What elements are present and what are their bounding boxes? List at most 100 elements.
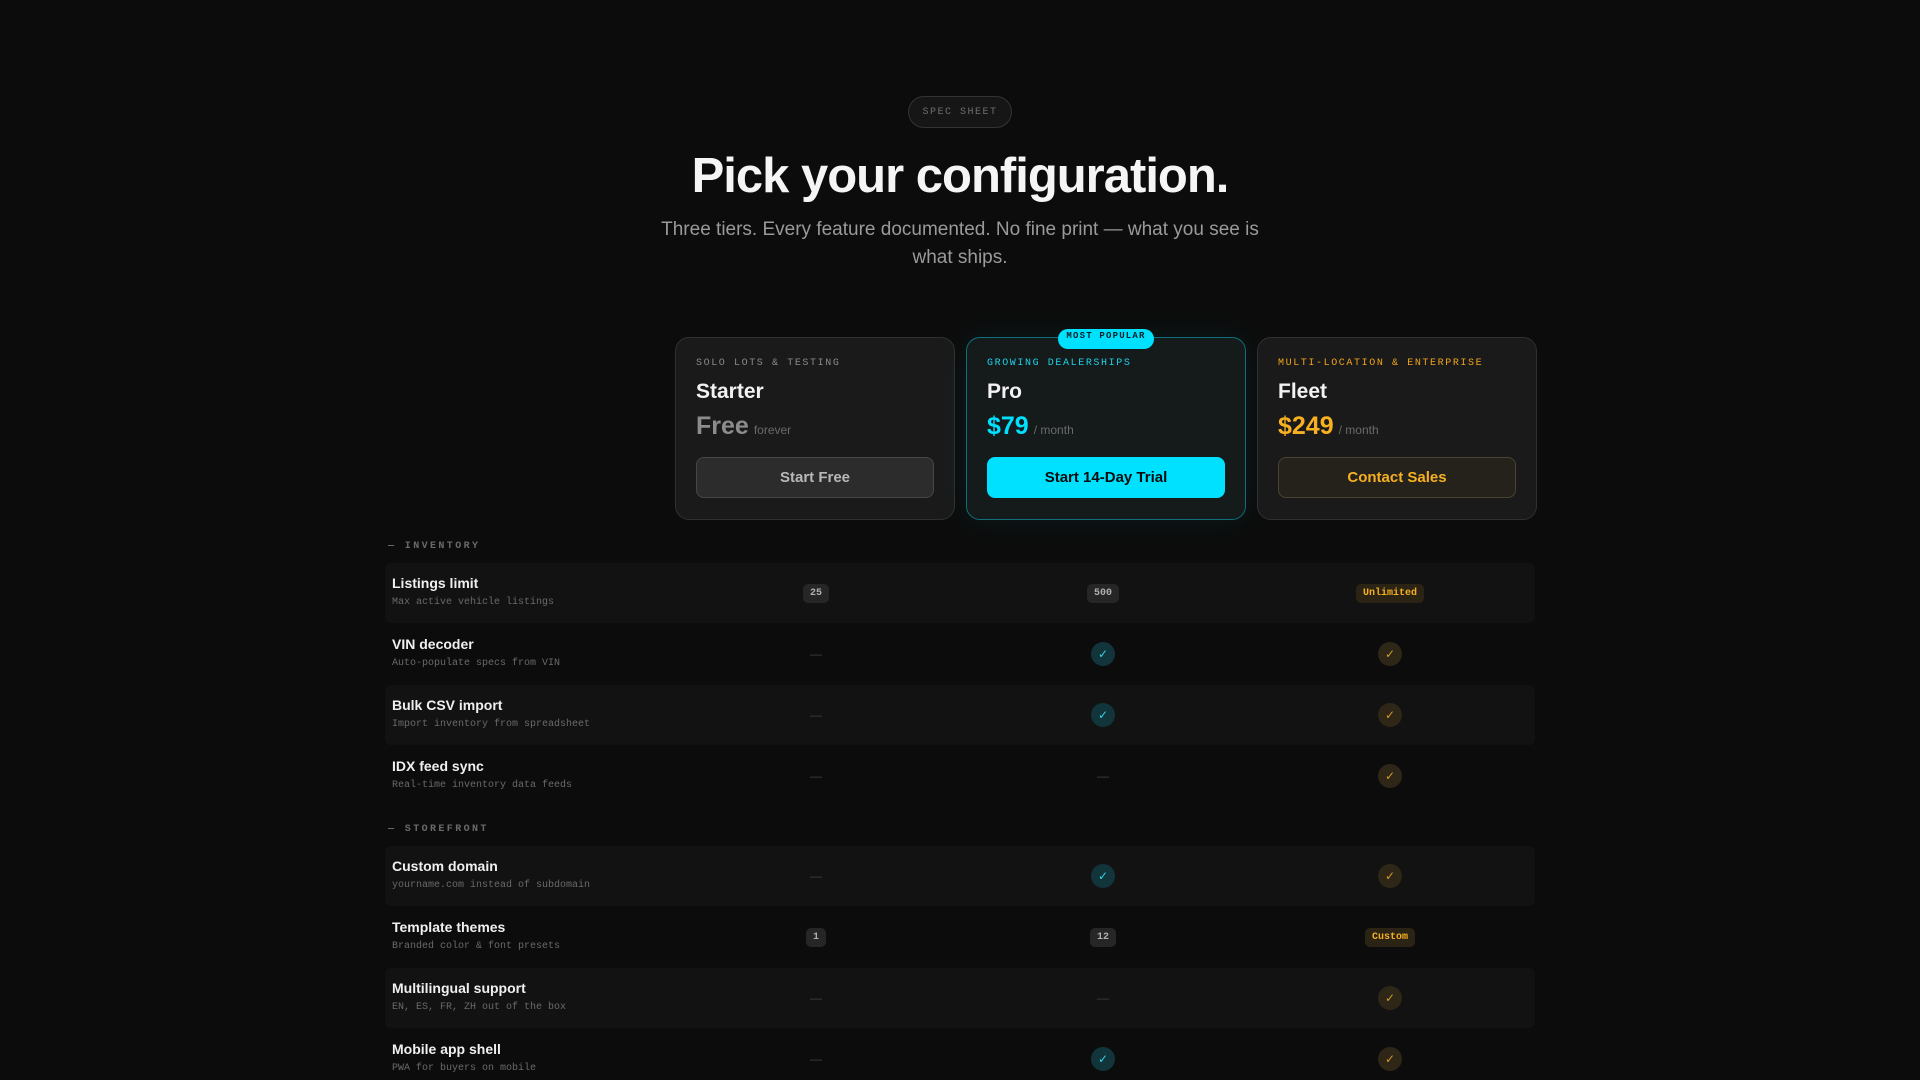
feature-row: Mobile app shell PWA for buyers on mobile…: [385, 1029, 1535, 1080]
check-icon: ✓: [1091, 1047, 1115, 1071]
feature-info: Custom domain yourname.com instead of sub…: [392, 858, 590, 891]
cell-starter: —: [716, 968, 916, 1028]
feature-name: VIN decoder: [392, 636, 474, 652]
check-icon: ✓: [1378, 764, 1402, 788]
cell-fleet: ✓: [1290, 846, 1490, 906]
feature-name: Template themes: [392, 919, 506, 935]
feature-info: Template themes Branded color & font pres…: [392, 919, 560, 952]
plan-tag: GROWING DEALERSHIPS: [987, 358, 1132, 369]
cell-pro: 500: [1003, 563, 1203, 623]
cell-pro: —: [1003, 968, 1203, 1028]
price-period: forever: [753, 423, 792, 437]
cell-fleet: ✓: [1290, 1029, 1490, 1080]
feature-row: IDX feed sync Real-time inventory data fe…: [385, 746, 1535, 806]
cell-fleet: ✓: [1290, 685, 1490, 745]
section-label-inventory: — INVENTORY: [388, 541, 481, 552]
cell-fleet: ✓: [1290, 968, 1490, 1028]
cell-pro: ✓: [1003, 624, 1203, 684]
cell-fleet: Custom: [1290, 907, 1490, 967]
start-free-button[interactable]: Start Free: [696, 457, 934, 498]
cell-starter: —: [716, 746, 916, 806]
feature-info: Multilingual support EN, ES, FR, ZH out o…: [392, 980, 566, 1013]
feature-name: Mobile app shell: [392, 1041, 501, 1057]
cell-fleet: Unlimited: [1290, 563, 1490, 623]
check-icon: ✓: [1091, 642, 1115, 666]
not-included-dash: —: [810, 991, 822, 1005]
feature-info: IDX feed sync Real-time inventory data fe…: [392, 758, 572, 791]
contact-sales-button[interactable]: Contact Sales: [1278, 457, 1516, 498]
cell-pro: ✓: [1003, 1029, 1203, 1080]
feature-name: IDX feed sync: [392, 758, 484, 774]
value-pill: Unlimited: [1355, 583, 1424, 603]
feature-info: Mobile app shell PWA for buyers on mobile: [392, 1041, 536, 1074]
feature-description: Max active vehicle listings: [392, 597, 555, 608]
plan-tag: MULTI-LOCATION & ENTERPRISE: [1278, 358, 1484, 369]
feature-description: Real-time inventory data feeds: [392, 780, 573, 791]
price-period: / month: [1033, 423, 1074, 437]
not-included-dash: —: [810, 769, 822, 783]
feature-row: Multilingual support EN, ES, FR, ZH out o…: [385, 968, 1535, 1028]
not-included-dash: —: [810, 1052, 822, 1066]
cell-starter: 1: [716, 907, 916, 967]
feature-description: Branded color & font presets: [392, 941, 561, 952]
not-included-dash: —: [1097, 991, 1109, 1005]
cell-starter: —: [716, 624, 916, 684]
check-icon: ✓: [1091, 864, 1115, 888]
plan-price: Free forever: [696, 412, 934, 441]
cell-starter: —: [716, 846, 916, 906]
feature-info: Bulk CSV import Import inventory from spr…: [392, 697, 590, 730]
cell-starter: —: [716, 685, 916, 745]
value-pill: 1: [805, 927, 826, 947]
feature-name: Custom domain: [392, 858, 498, 874]
cell-starter: 25: [716, 563, 916, 623]
feature-row: Listings limit Max active vehicle listing…: [385, 563, 1535, 623]
feature-description: yourname.com instead of subdomain: [392, 880, 591, 891]
cell-pro: ✓: [1003, 685, 1203, 745]
feature-description: Auto-populate specs from VIN: [392, 658, 561, 669]
feature-row: Custom domain yourname.com instead of sub…: [385, 846, 1535, 906]
price-period: / month: [1338, 423, 1379, 437]
feature-name: Bulk CSV import: [392, 697, 503, 713]
price-amount: $249: [1278, 412, 1334, 440]
cell-pro: —: [1003, 746, 1203, 806]
price-amount: Free: [696, 412, 749, 440]
cell-starter: —: [716, 1029, 916, 1080]
feature-name: Listings limit: [392, 575, 479, 591]
feature-name: Multilingual support: [392, 980, 526, 996]
cell-fleet: ✓: [1290, 624, 1490, 684]
start-trial-button[interactable]: Start 14-Day Trial: [987, 457, 1225, 498]
check-icon: ✓: [1378, 864, 1402, 888]
price-amount: $79: [987, 412, 1029, 440]
feature-row: VIN decoder Auto-populate specs from VIN —…: [385, 624, 1535, 684]
page-title: Pick your configuration.: [691, 149, 1230, 203]
plan-name: Fleet: [1278, 380, 1328, 403]
plan-name: Starter: [696, 380, 764, 403]
not-included-dash: —: [810, 647, 822, 661]
plan-price: $79 / month: [987, 412, 1225, 441]
section-label-storefront: — STOREFRONT: [388, 824, 489, 835]
cell-fleet: ✓: [1290, 746, 1490, 806]
spec-sheet-badge: SPEC SHEET: [908, 96, 1012, 128]
check-icon: ✓: [1378, 986, 1402, 1010]
plan-tag: SOLO LOTS & TESTING: [696, 358, 841, 369]
plan-card-starter: SOLO LOTS & TESTING Starter Free forever…: [675, 337, 955, 520]
not-included-dash: —: [810, 869, 822, 883]
feature-description: EN, ES, FR, ZH out of the box: [392, 1002, 567, 1013]
value-pill: Custom: [1364, 927, 1415, 947]
feature-row: Bulk CSV import Import inventory from spr…: [385, 685, 1535, 745]
value-pill: 12: [1089, 927, 1116, 947]
check-icon: ✓: [1378, 703, 1402, 727]
feature-description: Import inventory from spreadsheet: [392, 719, 591, 730]
plan-card-fleet: MULTI-LOCATION & ENTERPRISE Fleet $249 /…: [1257, 337, 1537, 520]
cell-pro: 12: [1003, 907, 1203, 967]
plan-name: Pro: [987, 380, 1023, 403]
page-subtitle: Three tiers. Every feature documented. N…: [661, 219, 1259, 268]
feature-info: VIN decoder Auto-populate specs from VIN: [392, 636, 560, 669]
feature-description: PWA for buyers on mobile: [392, 1063, 537, 1074]
feature-info: Listings limit Max active vehicle listing…: [392, 575, 554, 608]
most-popular-badge: MOST POPULAR: [1058, 329, 1154, 349]
check-icon: ✓: [1091, 703, 1115, 727]
not-included-dash: —: [810, 708, 822, 722]
value-pill: 25: [802, 583, 829, 603]
check-icon: ✓: [1378, 642, 1402, 666]
